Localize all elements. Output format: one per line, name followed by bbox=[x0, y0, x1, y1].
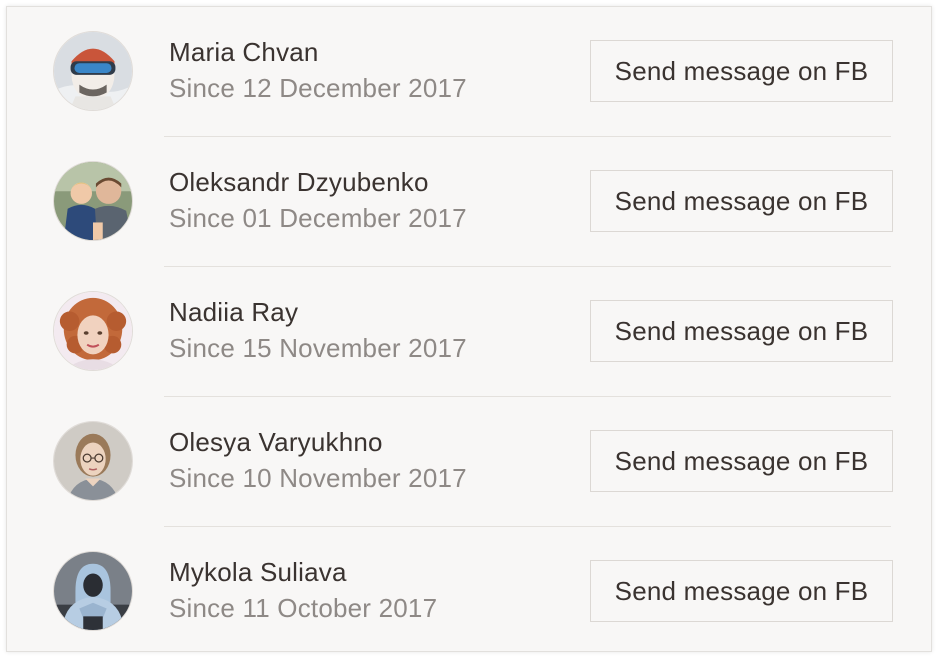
avatar bbox=[53, 31, 133, 111]
send-fb-message-button[interactable]: Send message on FB bbox=[590, 300, 893, 362]
contact-name: Olesya Varyukhno bbox=[169, 427, 383, 457]
contact-row: Oleksandr Dzyubenko Since 01 December 20… bbox=[7, 137, 931, 267]
avatar bbox=[53, 551, 133, 631]
avatar-photo-woman-glasses bbox=[54, 422, 132, 500]
contact-name: Nadiia Ray bbox=[169, 297, 299, 327]
send-fb-message-button[interactable]: Send message on FB bbox=[590, 170, 893, 232]
contact-row: Maria Chvan Since 12 December 2017 Send … bbox=[7, 7, 931, 137]
contact-name: Maria Chvan bbox=[169, 37, 319, 67]
send-fb-message-button[interactable]: Send message on FB bbox=[590, 430, 893, 492]
contact-row: Olesya Varyukhno Since 10 November 2017 … bbox=[7, 397, 931, 527]
send-fb-message-button[interactable]: Send message on FB bbox=[590, 40, 893, 102]
avatar-photo-skier bbox=[54, 32, 132, 110]
contact-since-date: Since 12 December 2017 bbox=[169, 73, 467, 103]
contact-name: Oleksandr Dzyubenko bbox=[169, 167, 429, 197]
contact-row: Mykola Suliava Since 11 October 2017 Sen… bbox=[7, 527, 931, 657]
contact-since-date: Since 01 December 2017 bbox=[169, 203, 467, 233]
contact-since-date: Since 15 November 2017 bbox=[169, 333, 467, 363]
avatar bbox=[53, 161, 133, 241]
avatar-photo-woman-curly bbox=[54, 292, 132, 370]
avatar-photo-father-child bbox=[54, 162, 132, 240]
contacts-card: Maria Chvan Since 12 December 2017 Send … bbox=[6, 6, 932, 652]
contact-since-date: Since 11 October 2017 bbox=[169, 593, 438, 623]
contact-name: Mykola Suliava bbox=[169, 557, 347, 587]
avatar bbox=[53, 421, 133, 501]
avatar-photo-hooded-man bbox=[54, 552, 132, 630]
contact-row: Nadiia Ray Since 15 November 2017 Send m… bbox=[7, 267, 931, 397]
avatar bbox=[53, 291, 133, 371]
contact-since-date: Since 10 November 2017 bbox=[169, 463, 467, 493]
send-fb-message-button[interactable]: Send message on FB bbox=[590, 560, 893, 622]
